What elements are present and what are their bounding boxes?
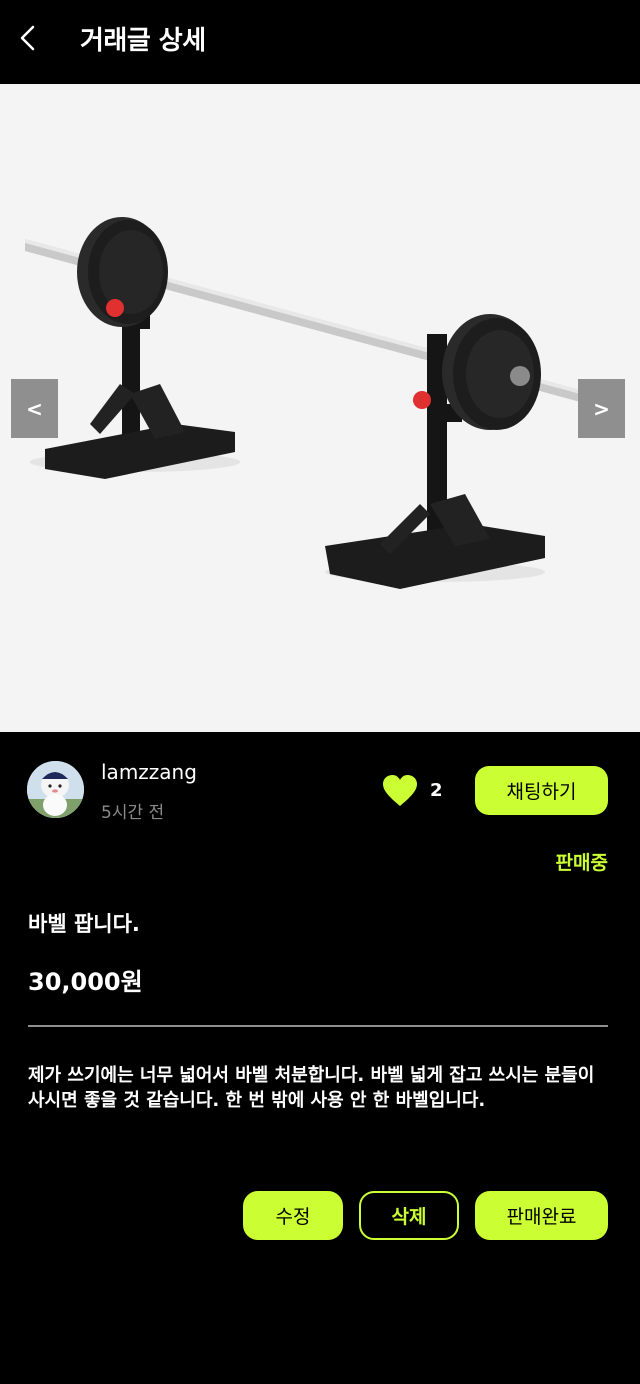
delete-button[interactable]: 삭제	[359, 1191, 459, 1240]
price: 30,000원	[28, 968, 143, 996]
mark-sold-button[interactable]: 판매완료	[475, 1191, 608, 1240]
seller-info-row: lamzzang 5시간 전 2 채팅하기	[0, 732, 640, 832]
previous-image-button[interactable]: <	[11, 379, 58, 438]
chat-button[interactable]: 채팅하기	[475, 766, 608, 815]
next-image-button[interactable]: >	[578, 379, 625, 438]
avatar[interactable]	[27, 761, 84, 818]
post-description: 제가 쓰기에는 너무 넓어서 바벨 처분합니다. 바벨 넓게 잡고 쓰시는 분들…	[28, 1065, 595, 1111]
divider	[28, 1025, 608, 1027]
status-badge: 판매중	[555, 852, 608, 874]
like-count: 2	[430, 780, 443, 801]
top-app-bar: 거래글 상세	[0, 0, 640, 84]
product-photo	[25, 217, 595, 589]
page-title: 거래글 상세	[80, 26, 206, 56]
heart-icon	[383, 775, 417, 806]
product-image-carousel[interactable]: < >	[0, 84, 640, 732]
edit-button[interactable]: 수정	[243, 1191, 343, 1240]
post-title: 바벨 팝니다.	[28, 912, 140, 936]
back-button[interactable]	[14, 22, 44, 54]
posted-time: 5시간 전	[101, 803, 165, 823]
chevron-left-icon	[20, 25, 35, 51]
like-button[interactable]	[382, 774, 418, 808]
seller-name[interactable]: lamzzang	[101, 760, 197, 784]
avatar-image	[27, 761, 84, 818]
